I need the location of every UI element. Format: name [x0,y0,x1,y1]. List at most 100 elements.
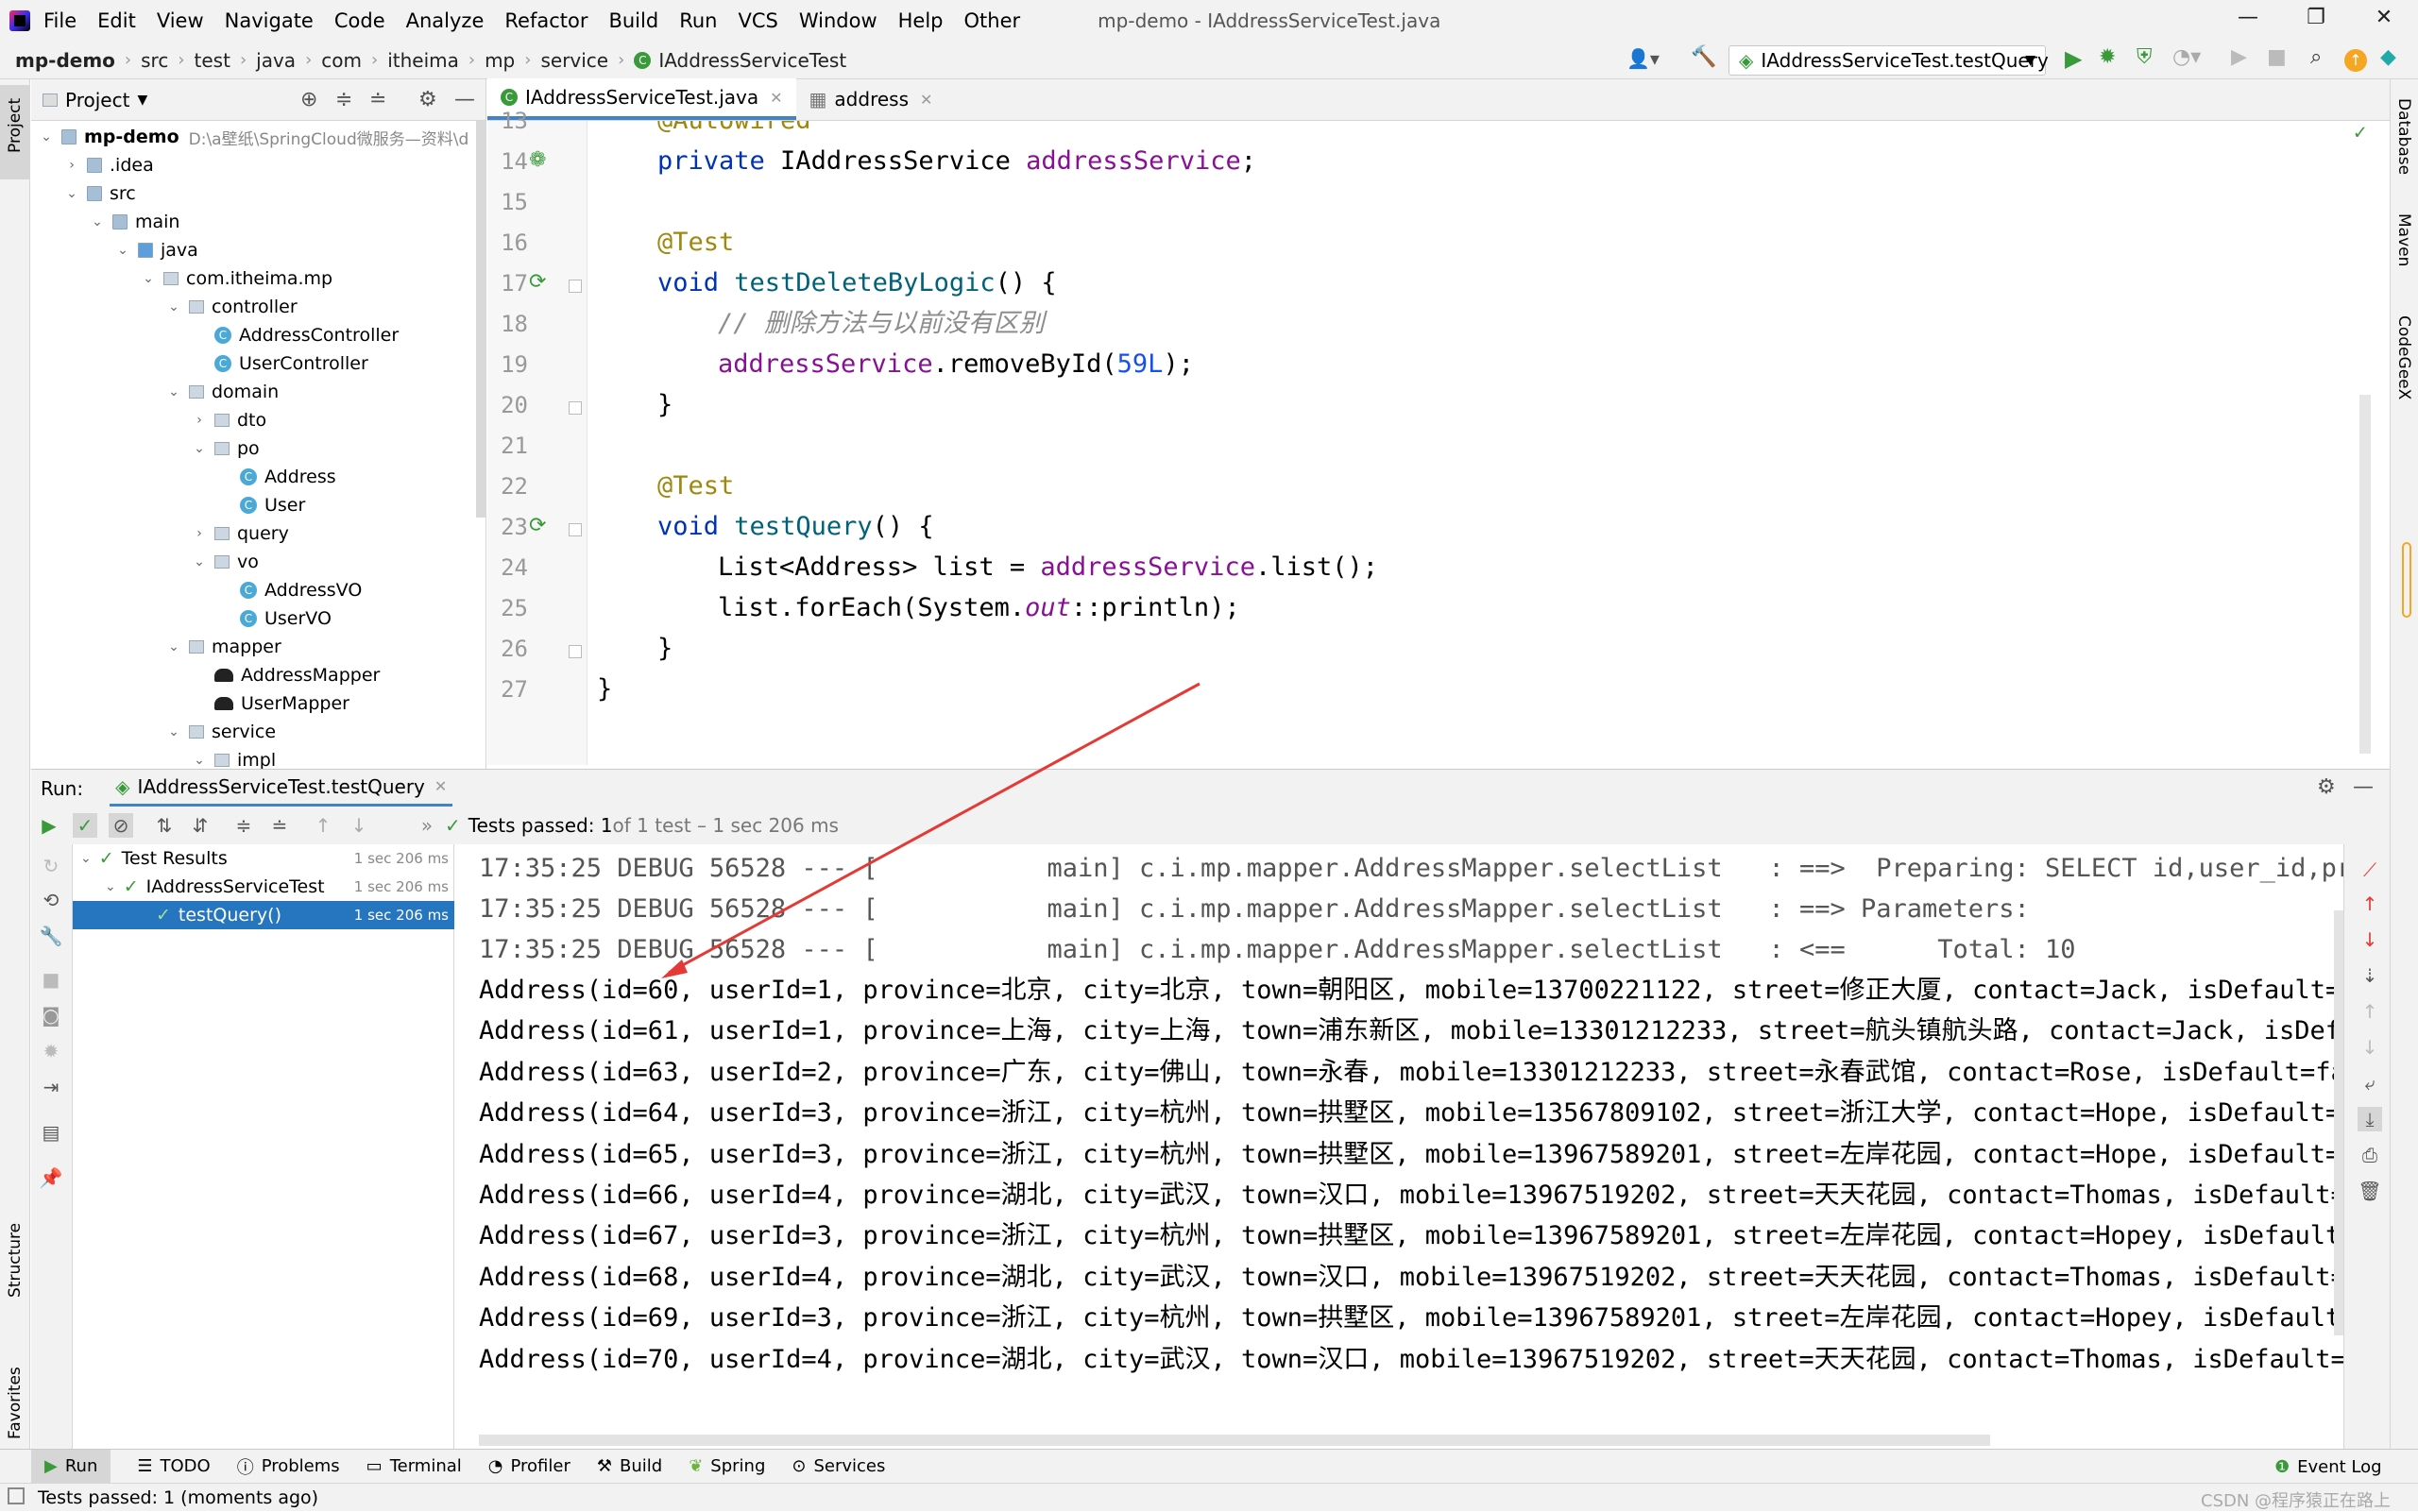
profile-icon[interactable]: ◔▾ [2172,45,2201,69]
chevron-down-icon[interactable]: ⌄ [141,271,156,286]
bean-icon[interactable]: ❁ [529,148,546,172]
breadcrumb-item[interactable]: com › [321,49,387,72]
tree-item[interactable]: › .idea [64,151,154,179]
fold-marker-icon[interactable] [569,401,582,415]
tree-item[interactable]: C Address [217,463,336,491]
breadcrumb-item[interactable]: C IAddressServiceTest [634,49,846,72]
stop-icon[interactable]: ■ [39,967,63,992]
menu-item-analyze[interactable]: Analyze [406,9,485,32]
chevron-down-icon[interactable]: ⌄ [115,243,130,258]
menu-item-window[interactable]: Window [799,9,877,32]
favorites-tool-label[interactable]: Favorites [6,1367,25,1439]
camera-icon[interactable]: ◙ [39,1003,63,1028]
tool-tab-services[interactable]: ⊙ Services [792,1456,885,1476]
collapse-all-icon[interactable]: ≐ [369,88,386,111]
hide-panel-icon[interactable]: — [454,88,475,111]
tree-item[interactable]: C UserVO [217,604,332,633]
show-ignored-icon[interactable]: ⊘ [109,813,133,838]
run-configuration-select[interactable]: ◈ IAddressServiceTest.testQuery ▼ [1728,45,2049,76]
menu-item-refactor[interactable]: Refactor [504,9,587,32]
tree-item[interactable]: ⌄ impl [192,746,276,769]
breadcrumb-item[interactable]: mp › [485,49,540,72]
update-icon[interactable]: ↑ [2344,49,2367,72]
tree-item[interactable]: ⌄ domain [166,378,279,406]
tool-tab-todo[interactable]: ☰ TODO [137,1456,210,1476]
tool-tab-spring[interactable]: ❦ Spring [689,1456,765,1476]
event-log-button[interactable]: ❶ Event Log [2274,1457,2382,1477]
chevron-down-icon[interactable]: ⌄ [64,186,79,201]
project-tool-tab[interactable]: Project [0,85,30,179]
collapse-all-icon[interactable]: ≐ [267,813,292,838]
run-test-icon[interactable]: ⟳ [529,514,546,537]
bug-icon[interactable]: ✹ [39,1039,63,1063]
soft-wrap-icon[interactable]: ⤶ [2358,1071,2382,1096]
tree-item[interactable]: UserMapper [192,689,349,718]
tree-item[interactable]: ⌄ service [166,718,276,746]
codegeex-tool-label[interactable]: CodeGeeX [2394,315,2413,399]
tree-item[interactable]: ⌄ com.itheima.mp [141,264,332,293]
arrow-down-icon[interactable]: ↓ [347,813,371,838]
menu-item-run[interactable]: Run [679,9,717,32]
import-icon[interactable]: ⇥ [39,1075,63,1099]
print-icon[interactable]: ⎙ [2358,1143,2382,1167]
tool-tab-build[interactable]: ⚒ Build [597,1456,662,1476]
console-output[interactable]: 17:35:25 DEBUG 56528 --- [ main] c.i.mp.… [454,844,2343,1449]
rerun-failed-icon[interactable]: ↻ [39,854,63,878]
tree-item[interactable]: AddressMapper [192,661,380,689]
menu-item-edit[interactable]: Edit [97,9,136,32]
chevron-right-icon[interactable]: › [192,526,207,541]
expand-all-icon[interactable]: ≑ [231,813,256,838]
tree-item[interactable]: C User [217,491,305,519]
fold-marker-icon[interactable] [569,280,582,293]
menu-item-build[interactable]: Build [608,9,658,32]
trash-icon[interactable]: 🗑 [2358,1179,2382,1203]
tree-item[interactable]: ⌄ controller [166,293,298,321]
tree-item[interactable]: ⌄ po [192,434,260,463]
coverage-icon[interactable]: ⛨ [2137,45,2153,69]
breadcrumb-item[interactable]: test › [195,49,257,72]
chevron-down-icon[interactable]: ▼ [137,93,147,108]
project-panel-title[interactable]: Project [65,89,129,111]
structure-tool-label[interactable]: Structure [6,1223,25,1298]
run-test-icon[interactable]: ⟳ [529,270,546,294]
wrench-icon[interactable]: 🔧 [39,924,63,948]
tree-item[interactable]: C UserController [192,349,368,378]
menu-item-other[interactable]: Other [964,9,1021,32]
pin-icon[interactable]: 📌 [39,1165,63,1190]
tool-tab-terminal[interactable]: ▭ Terminal [366,1456,462,1476]
breadcrumb-item[interactable]: src › [141,49,194,72]
expand-all-icon[interactable]: ≑ [335,88,352,111]
tab-iaddressservicetest[interactable]: C IAddressServiceTest.java ✕ [487,78,796,120]
gear-icon[interactable]: ⚙ [418,88,437,111]
menu-item-view[interactable]: View [157,9,204,32]
test-tree-item-method[interactable]: ✓ testQuery() 1 sec 206 ms [73,901,454,929]
build-hammer-icon[interactable]: 🔨 [1691,45,1716,69]
hide-panel-icon[interactable]: — [2353,775,2374,799]
console-vertical-scrollbar[interactable] [2334,910,2343,1335]
code-editor[interactable]: @Autowired private IAddressService addre… [587,121,2373,765]
stop-icon[interactable]: ■ [2267,45,2287,69]
minimize-icon[interactable]: — [2229,6,2267,36]
scroll-to-end-icon[interactable]: ⤓ [2358,1107,2382,1131]
chevron-down-icon[interactable]: ⌄ [166,299,181,314]
tree-item[interactable]: ⌄ vo [192,548,259,576]
tree-item[interactable]: C AddressController [192,321,399,349]
codegeex-logo-icon[interactable]: ◆ [2380,45,2396,69]
chevron-down-icon[interactable]: ⌄ [192,554,207,569]
tree-item[interactable]: ⌄ mapper [166,633,281,661]
tree-item[interactable]: ⌄ java [115,236,198,264]
tool-tab-run[interactable]: ▶ Run [31,1449,111,1484]
toggle-auto-test-icon[interactable]: ⟲ [39,888,63,912]
chevron-down-icon[interactable]: ⌄ [166,724,181,739]
menu-item-navigate[interactable]: Navigate [225,9,314,32]
close-tab-icon[interactable]: ✕ [770,89,782,107]
tool-tab-profiler[interactable]: ◔ Profiler [488,1456,570,1476]
chevron-right-icon[interactable]: › [192,413,207,428]
chevron-right-icon[interactable]: › [64,158,79,173]
arrow-up-icon[interactable]: ↑ [2358,892,2382,916]
gear-icon[interactable]: ⚙ [2317,775,2336,799]
tree-item[interactable]: ⌄ src [64,179,136,208]
layout-icon[interactable]: ▤ [39,1120,63,1145]
chevron-down-icon[interactable]: ⌄ [90,214,105,229]
chevron-down-icon[interactable]: ⌄ [192,753,207,768]
